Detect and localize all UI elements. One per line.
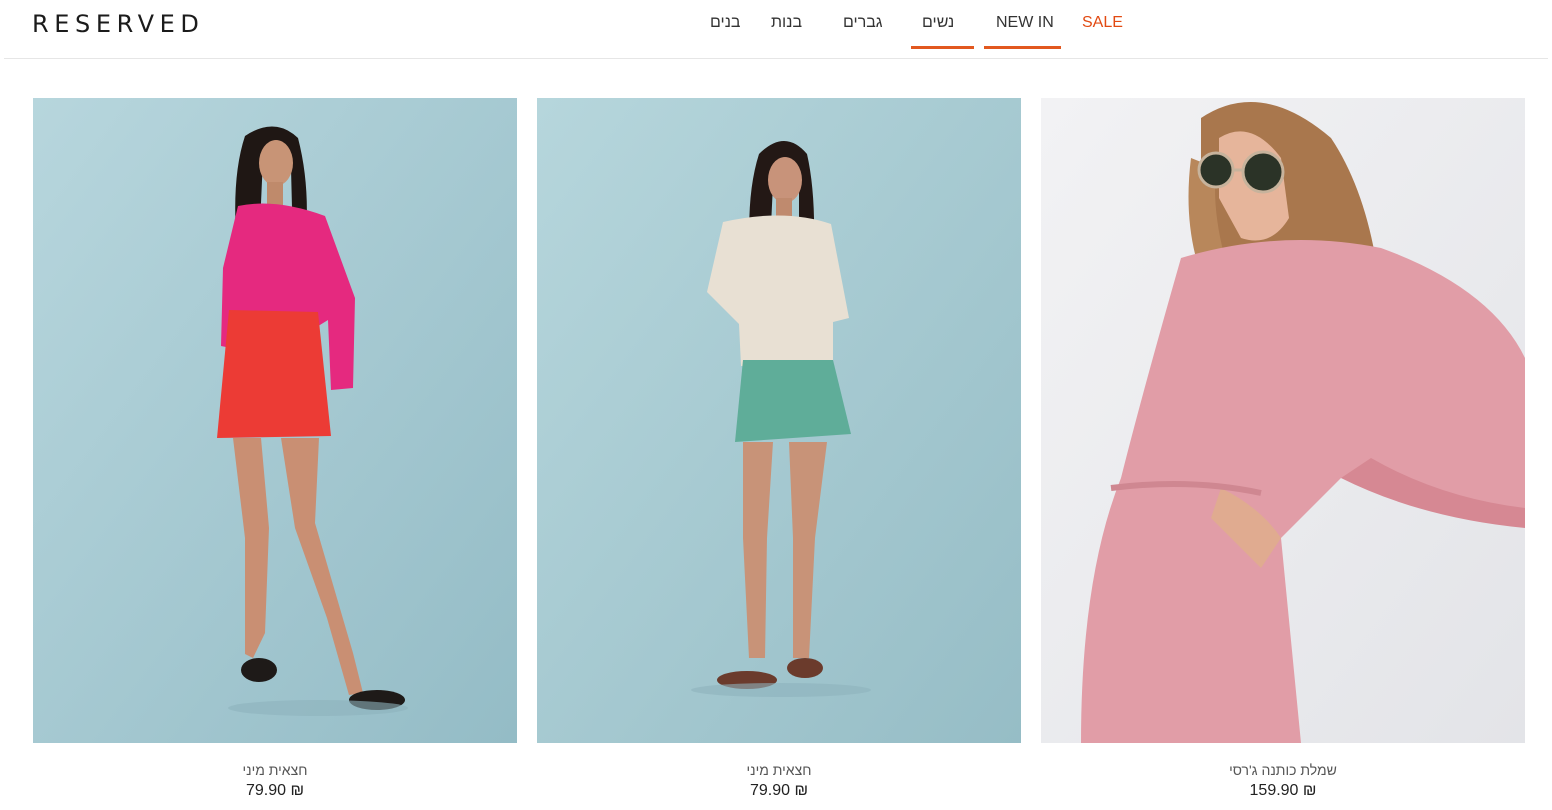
- product-card[interactable]: [1041, 98, 1525, 743]
- nav-item-boys[interactable]: בנים: [710, 14, 740, 32]
- product-price: 159.90 ₪: [1249, 782, 1317, 799]
- product-card[interactable]: [33, 98, 517, 743]
- product-name[interactable]: חצאית מיני: [33, 762, 517, 778]
- product-image[interactable]: [33, 98, 517, 743]
- product-name[interactable]: חצאית מיני: [537, 762, 1021, 778]
- product-price: 79.90 ₪: [245, 782, 305, 799]
- product-name[interactable]: שמלת כותנה ג'רסי: [1041, 762, 1525, 778]
- product-card[interactable]: [537, 98, 1021, 743]
- nav-item-sale[interactable]: SALE: [1082, 14, 1123, 32]
- product-image[interactable]: [1041, 98, 1525, 743]
- nav-active-underline-new-in: [984, 46, 1061, 49]
- nav-active-underline-women: [911, 46, 974, 49]
- product-price: 79.90 ₪: [749, 782, 809, 799]
- nav-item-women[interactable]: נשים: [922, 14, 954, 32]
- nav-item-girls[interactable]: בנות: [771, 14, 802, 32]
- header-divider: [4, 58, 1548, 59]
- nav-item-new-in[interactable]: NEW IN: [996, 14, 1054, 32]
- site-header: RESERVED בנים בנות גברים נשים NEW IN SAL…: [0, 0, 1552, 58]
- nav-item-men[interactable]: גברים: [843, 14, 883, 32]
- product-image[interactable]: [537, 98, 1021, 743]
- brand-logo[interactable]: RESERVED: [32, 10, 204, 38]
